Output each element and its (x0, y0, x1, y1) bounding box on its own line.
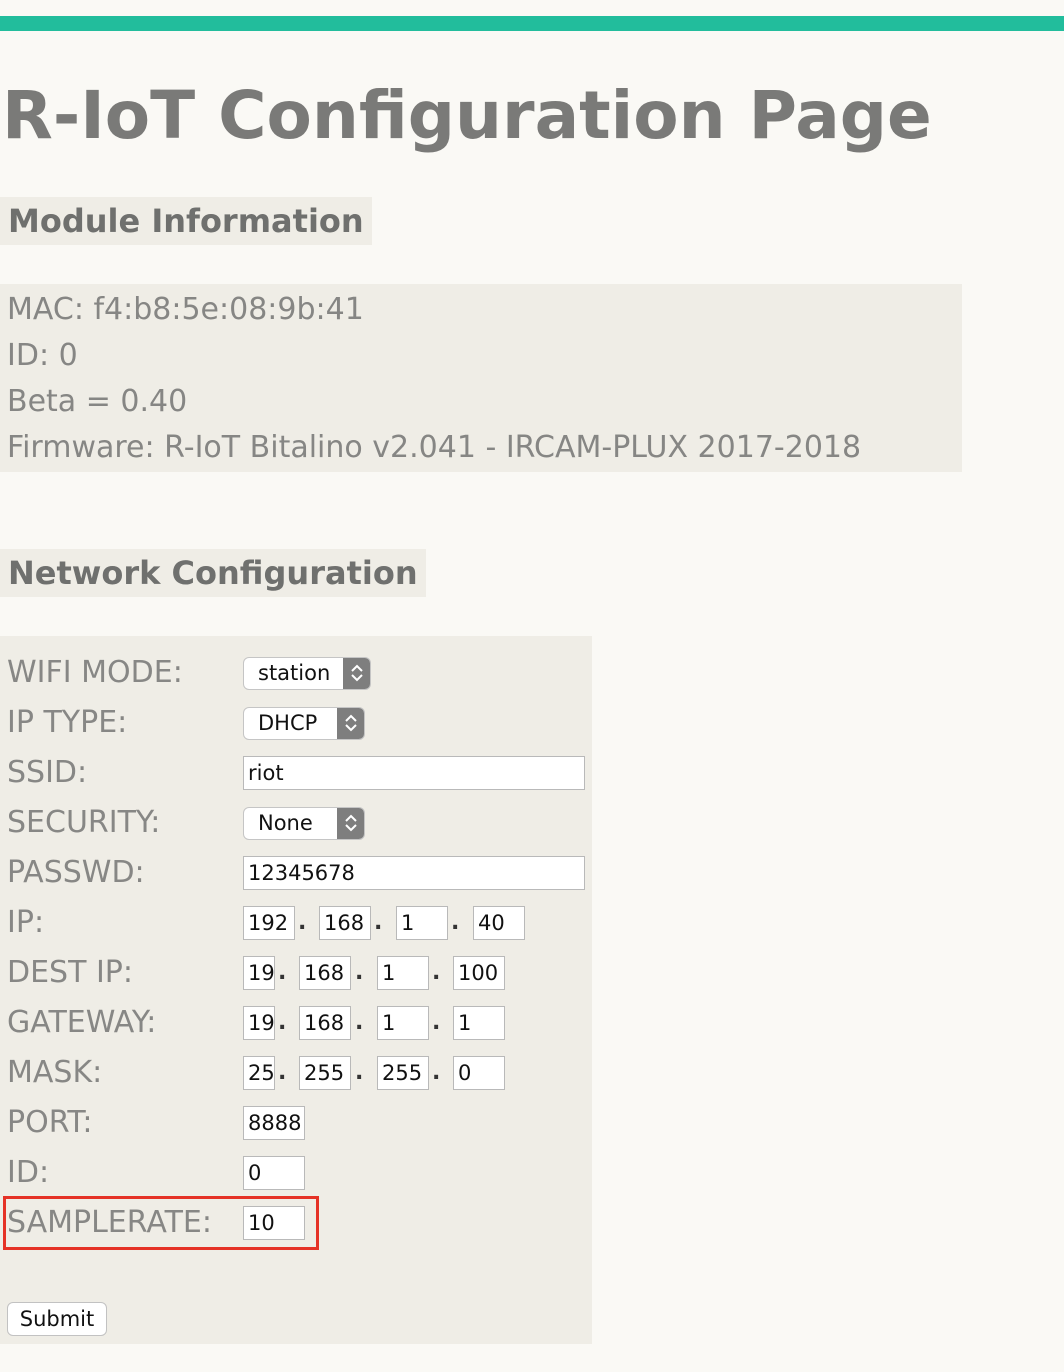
mask-octet-2[interactable]: 255 (299, 1056, 351, 1090)
module-id: ID: 0 (7, 338, 78, 373)
ip-octet-1[interactable]: 192 (243, 906, 295, 940)
ip-octet-4[interactable]: 40 (473, 906, 525, 940)
ip-separator: . (432, 960, 441, 985)
ip-separator: . (432, 1010, 441, 1035)
mac-address: MAC: f4:b8:5e:08:9b:41 (7, 292, 364, 327)
mask-octet-3[interactable]: 255 (377, 1056, 429, 1090)
port-label: PORT: (7, 1105, 93, 1140)
firmware-version: Firmware: R-IoT Bitalino v2.041 - IRCAM-… (7, 430, 862, 465)
page-title: R-IoT Configuration Page (2, 77, 932, 154)
module-information-heading: Module Information (0, 197, 372, 245)
ip-separator: . (298, 910, 307, 935)
select-arrows-icon (337, 708, 364, 739)
dest-ip-octet-1[interactable]: 19 (243, 956, 275, 990)
id-input[interactable]: 0 (243, 1156, 305, 1190)
ssid-input[interactable]: riot (243, 756, 585, 790)
beta-value: Beta = 0.40 (7, 384, 188, 419)
id-label: ID: (7, 1155, 50, 1190)
gateway-label: GATEWAY: (7, 1005, 157, 1040)
dest-ip-octet-2[interactable]: 168 (299, 956, 351, 990)
security-value: None (258, 811, 313, 835)
wifi-mode-label: WIFI MODE: (7, 655, 183, 690)
ip-separator: . (278, 1060, 287, 1085)
dest-ip-octet-4[interactable]: 100 (453, 956, 505, 990)
ip-separator: . (451, 910, 460, 935)
module-info-panel: MAC: f4:b8:5e:08:9b:41 ID: 0 Beta = 0.40… (0, 284, 962, 472)
ip-separator: . (355, 1060, 364, 1085)
ip-octet-3[interactable]: 1 (396, 906, 448, 940)
gateway-octet-4[interactable]: 1 (453, 1006, 505, 1040)
ssid-label: SSID: (7, 755, 88, 790)
security-label: SECURITY: (7, 805, 161, 840)
ip-type-label: IP TYPE: (7, 705, 128, 740)
port-input[interactable]: 8888 (243, 1106, 305, 1140)
gateway-octet-1[interactable]: 19 (243, 1006, 275, 1040)
ip-separator: . (355, 1010, 364, 1035)
mask-octet-4[interactable]: 0 (453, 1056, 505, 1090)
ip-separator: . (278, 1010, 287, 1035)
select-arrows-icon (343, 658, 370, 689)
network-configuration-heading: Network Configuration (0, 549, 426, 597)
dest-ip-label: DEST IP: (7, 955, 134, 990)
wifi-mode-select[interactable]: station (243, 657, 371, 690)
samplerate-highlight (3, 1196, 319, 1250)
ip-separator: . (278, 960, 287, 985)
ip-type-select[interactable]: DHCP (243, 707, 365, 740)
ip-separator: . (374, 910, 383, 935)
gateway-octet-2[interactable]: 168 (299, 1006, 351, 1040)
ip-separator: . (432, 1060, 441, 1085)
wifi-mode-value: station (258, 661, 331, 685)
top-accent-bar (0, 16, 1064, 31)
passwd-input[interactable]: 12345678 (243, 856, 585, 890)
ip-separator: . (355, 960, 364, 985)
gateway-octet-3[interactable]: 1 (377, 1006, 429, 1040)
submit-button[interactable]: Submit (7, 1302, 107, 1336)
mask-label: MASK: (7, 1055, 103, 1090)
ip-octet-2[interactable]: 168 (319, 906, 371, 940)
dest-ip-octet-3[interactable]: 1 (377, 956, 429, 990)
ip-type-value: DHCP (258, 711, 318, 735)
ip-label: IP: (7, 905, 45, 940)
security-select[interactable]: None (243, 807, 365, 840)
select-arrows-icon (337, 808, 364, 839)
mask-octet-1[interactable]: 25 (243, 1056, 275, 1090)
passwd-label: PASSWD: (7, 855, 145, 890)
